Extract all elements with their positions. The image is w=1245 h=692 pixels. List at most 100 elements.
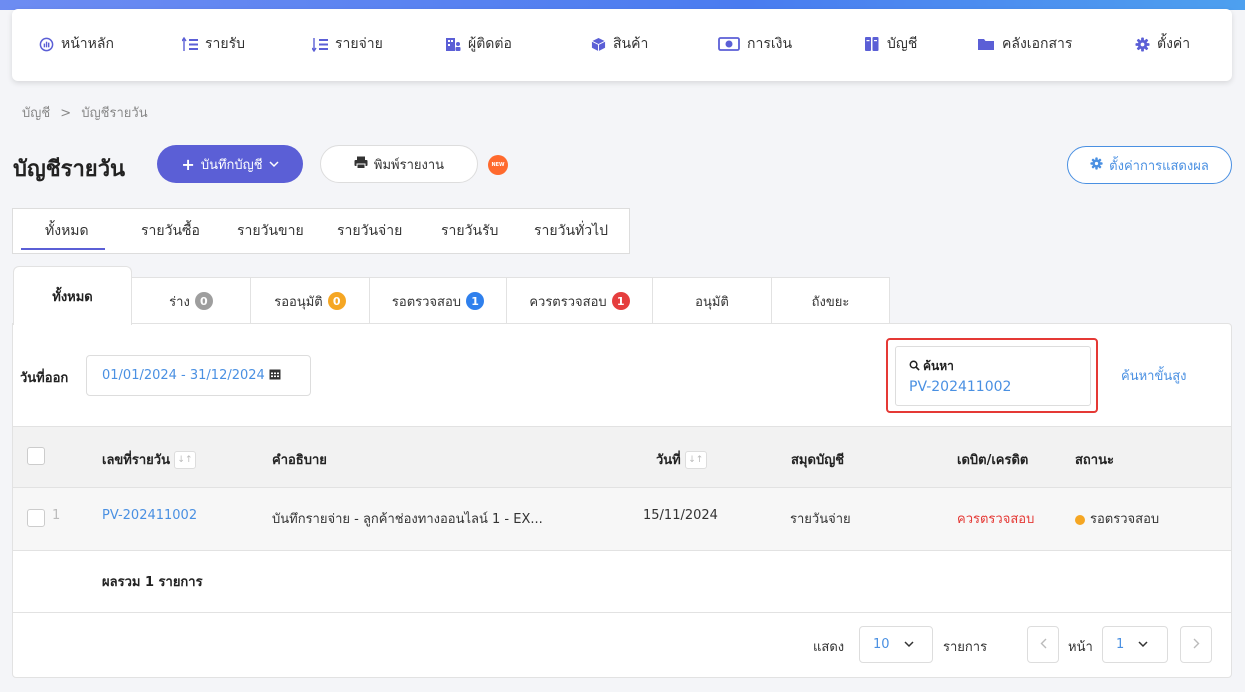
tab-status-pending-approval[interactable]: รออนุมัติ 0 bbox=[250, 277, 370, 324]
tab-status-approved[interactable]: อนุมัติ bbox=[652, 277, 772, 324]
gear-icon bbox=[1090, 156, 1103, 174]
nav-item-contacts[interactable]: ผู้ติดต่อ bbox=[445, 34, 512, 54]
journal-type-tabs: ทั้งหมด รายวันซื้อ รายวันขาย รายวันจ่าย … bbox=[12, 208, 630, 254]
nav-item-dashboard[interactable]: หน้าหลัก bbox=[39, 34, 114, 54]
tab-all-journals[interactable]: ทั้งหมด bbox=[21, 220, 105, 250]
breadcrumb: บัญชี > บัญชีรายวัน bbox=[22, 102, 148, 123]
search-input[interactable]: ค้นหา PV-202411002 bbox=[895, 346, 1091, 406]
row-description: บันทึกรายจ่าย - ลูกค้าช่องทางออนไลน์ 1 -… bbox=[272, 512, 543, 527]
search-icon bbox=[909, 360, 920, 374]
nav-item-finance[interactable]: การเงิน bbox=[718, 34, 792, 54]
col-debit-credit: เดบิต/เครดิต bbox=[957, 449, 1028, 470]
search-value: PV-202411002 bbox=[909, 379, 1012, 395]
col-doc-no-label: เลขที่รายวัน bbox=[102, 453, 170, 468]
nav-label-contacts: ผู้ติดต่อ bbox=[468, 36, 512, 52]
tab-payment-journal[interactable]: รายวันจ่าย bbox=[337, 220, 402, 242]
search-highlight: ค้นหา PV-202411002 bbox=[886, 338, 1098, 413]
nav-item-accounting[interactable]: บัญชี bbox=[864, 34, 917, 54]
items-label: รายการ bbox=[943, 640, 988, 655]
page-size-value: 10 bbox=[873, 637, 890, 652]
row-debit-credit: ควรตรวจสอบ bbox=[957, 512, 1035, 527]
count-badge: 1 bbox=[466, 292, 485, 310]
date-range-value: 01/01/2024 - 31/12/2024 bbox=[102, 368, 265, 383]
row-status: รอตรวจสอบ bbox=[1075, 508, 1159, 529]
add-entry-button[interactable]: + บันทึกบัญชี bbox=[157, 145, 303, 183]
table-row[interactable]: 1 PV-202411002 บันทึกรายจ่าย - ลูกค้าช่อ… bbox=[13, 488, 1231, 551]
tab-status-draft[interactable]: ร่าง 0 bbox=[131, 277, 251, 324]
tab-status-trash[interactable]: ถังขยะ bbox=[771, 277, 890, 324]
date-range-input[interactable]: 01/01/2024 - 31/12/2024 bbox=[86, 355, 311, 396]
tab-status-should-review[interactable]: ควรตรวจสอบ 1 bbox=[506, 277, 653, 324]
add-entry-label: บันทึกบัญชี bbox=[200, 157, 263, 173]
gear-icon bbox=[1135, 36, 1150, 52]
top-navbar: หน้าหลัก รายรับ รายจ่าย ผู้ติดต่อ สินค้า… bbox=[12, 9, 1232, 81]
tab-status-all[interactable]: ทั้งหมด bbox=[13, 266, 132, 325]
total-summary: ผลรวม 1 รายการ bbox=[102, 575, 203, 590]
page-size-select[interactable]: 10 bbox=[859, 626, 933, 663]
col-description-label: คำอธิบาย bbox=[272, 453, 327, 468]
chevron-down-icon bbox=[1138, 637, 1148, 652]
dashboard-icon bbox=[39, 37, 54, 52]
page-title: บัญชีรายวัน bbox=[13, 157, 126, 182]
nav-item-settings[interactable]: ตั้งค่า bbox=[1135, 34, 1190, 54]
tab-receipt-journal[interactable]: รายวันรับ bbox=[441, 220, 498, 242]
nav-item-expense[interactable]: รายจ่าย bbox=[312, 34, 383, 54]
page-value: 1 bbox=[1116, 637, 1125, 652]
select-all-checkbox[interactable] bbox=[27, 447, 45, 465]
col-description: คำอธิบาย bbox=[272, 449, 327, 470]
nav-label-documents: คลังเอกสาร bbox=[1002, 36, 1073, 52]
row-date: 15/11/2024 bbox=[643, 508, 718, 523]
count-badge: 1 bbox=[611, 292, 630, 310]
row-checkbox[interactable] bbox=[27, 509, 45, 527]
col-date[interactable]: วันที่ ↓↑ bbox=[656, 449, 707, 470]
print-report-button[interactable]: พิมพ์รายงาน bbox=[320, 145, 478, 183]
col-book: สมุดบัญชี bbox=[791, 449, 844, 470]
chevron-left-icon bbox=[1040, 637, 1047, 653]
tab-sales-journal[interactable]: รายวันขาย bbox=[237, 220, 304, 242]
printer-icon bbox=[354, 156, 368, 173]
page-label: หน้า bbox=[1068, 640, 1093, 655]
nav-label-expense: รายจ่าย bbox=[335, 36, 383, 52]
tab-status-approved-label: อนุมัติ bbox=[695, 294, 729, 310]
tab-status-pending-review[interactable]: รอตรวจสอบ 1 bbox=[369, 277, 507, 324]
table-footer: ผลรวม 1 รายการ bbox=[13, 551, 1231, 613]
sort-icon[interactable]: ↓↑ bbox=[173, 450, 196, 469]
row-doc-no-link[interactable]: PV-202411002 bbox=[102, 508, 197, 523]
row-status-label: รอตรวจสอบ bbox=[1090, 512, 1160, 527]
money-icon bbox=[718, 36, 740, 52]
col-debit-credit-label: เดบิต/เครดิต bbox=[957, 453, 1029, 468]
breadcrumb-parent[interactable]: บัญชี bbox=[22, 106, 50, 121]
nav-label-finance: การเงิน bbox=[747, 36, 793, 52]
display-settings-button[interactable]: ตั้งค่าการแสดงผล bbox=[1067, 146, 1232, 184]
advanced-search-link[interactable]: ค้นหาขั้นสูง bbox=[1121, 365, 1187, 386]
table-header: เลขที่รายวัน ↓↑ คำอธิบาย วันที่ ↓↑ สมุดบ… bbox=[13, 426, 1231, 488]
nav-label-dashboard: หน้าหลัก bbox=[61, 36, 114, 52]
nav-item-income[interactable]: รายรับ bbox=[182, 34, 245, 54]
income-icon bbox=[182, 36, 198, 52]
sort-icon[interactable]: ↓↑ bbox=[684, 450, 707, 469]
tab-purchase-journal[interactable]: รายวันซื้อ bbox=[141, 220, 200, 242]
ledger-icon bbox=[864, 36, 880, 52]
nav-item-products[interactable]: สินค้า bbox=[591, 34, 648, 54]
prev-page-button[interactable] bbox=[1027, 626, 1059, 663]
folder-icon bbox=[977, 37, 995, 51]
date-filter-label: วันที่ออก bbox=[20, 371, 69, 386]
count-badge: 0 bbox=[327, 292, 346, 310]
box-icon bbox=[591, 37, 606, 52]
count-badge: 0 bbox=[194, 292, 213, 310]
plus-icon: + bbox=[181, 154, 195, 174]
col-doc-no[interactable]: เลขที่รายวัน ↓↑ bbox=[102, 449, 196, 470]
calendar-icon bbox=[269, 368, 281, 384]
row-book: รายวันจ่าย bbox=[790, 512, 851, 527]
tab-status-should-review-label: ควรตรวจสอบ bbox=[529, 294, 607, 310]
col-status: สถานะ bbox=[1075, 449, 1114, 470]
tab-general-journal[interactable]: รายวันทั่วไป bbox=[534, 220, 608, 242]
row-index: 1 bbox=[52, 508, 61, 523]
next-page-button[interactable] bbox=[1180, 626, 1212, 663]
col-status-label: สถานะ bbox=[1075, 453, 1114, 468]
nav-item-documents[interactable]: คลังเอกสาร bbox=[977, 34, 1072, 54]
tab-status-pending-review-label: รอตรวจสอบ bbox=[391, 294, 462, 310]
col-date-label: วันที่ bbox=[656, 453, 681, 468]
nav-label-settings: ตั้งค่า bbox=[1157, 36, 1191, 52]
page-select[interactable]: 1 bbox=[1102, 626, 1168, 663]
